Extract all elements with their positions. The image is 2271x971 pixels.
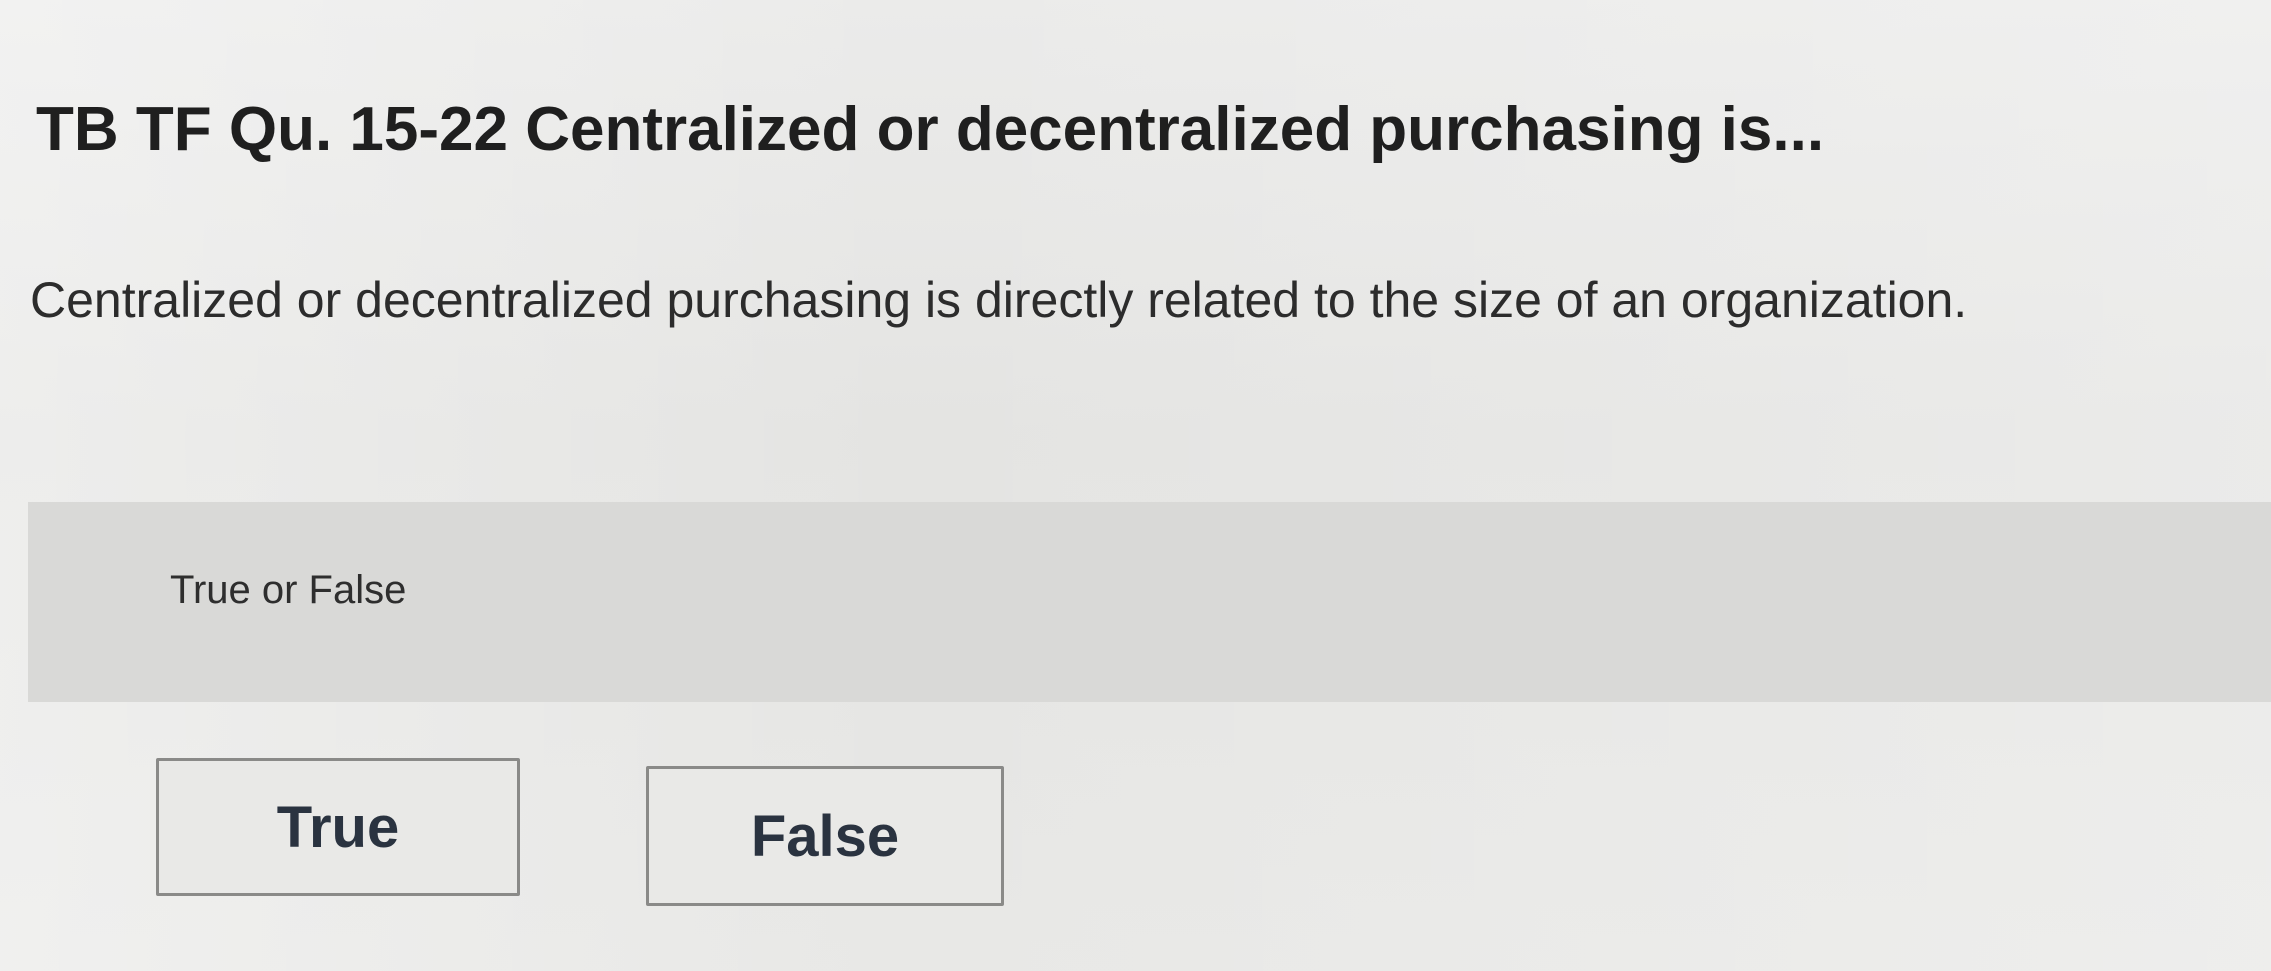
- false-button[interactable]: False: [646, 766, 1004, 906]
- question-title: TB TF Qu. 15-22 Centralized or decentral…: [36, 95, 1825, 164]
- true-button[interactable]: True: [156, 758, 520, 896]
- question-text: Centralized or decentralized purchasing …: [30, 272, 1968, 328]
- answer-type-label: True or False: [170, 568, 407, 612]
- question-page: TB TF Qu. 15-22 Centralized or decentral…: [0, 0, 2271, 971]
